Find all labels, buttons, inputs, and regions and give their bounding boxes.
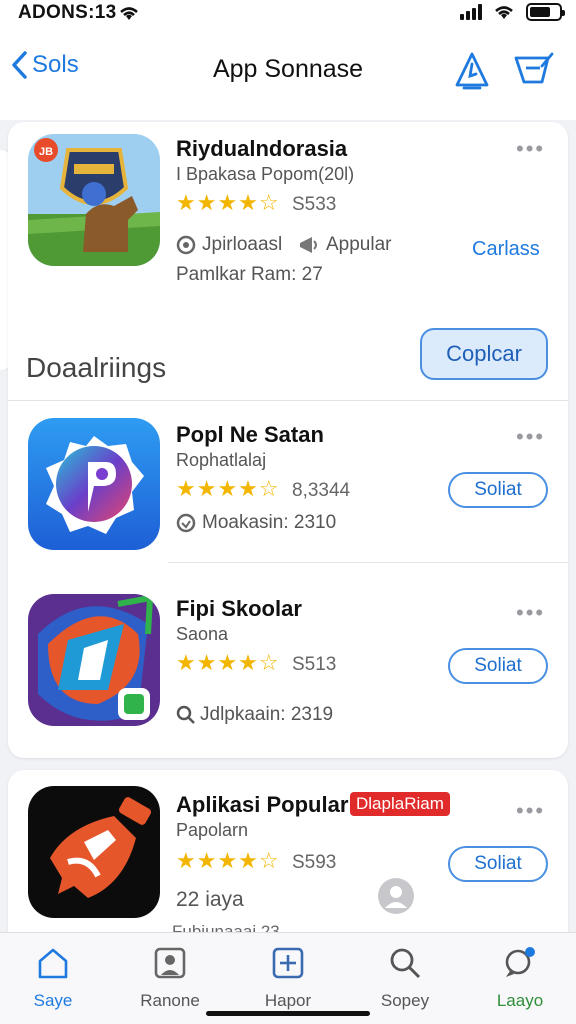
- row-divider: [168, 562, 568, 563]
- gear-icon: [176, 235, 196, 255]
- section-title: Doaalriings: [26, 352, 167, 383]
- rating-count-3: S593: [292, 852, 337, 873]
- tab-profile-label: Ranone: [140, 991, 200, 1010]
- rating-count-1: 8,3344: [292, 480, 351, 501]
- more-options-icon[interactable]: •••: [516, 600, 545, 626]
- featured-app-icon[interactable]: JB: [28, 134, 160, 266]
- app-subtitle-3: Papolarn: [176, 820, 249, 840]
- more-options-icon[interactable]: •••: [516, 424, 545, 450]
- featured-meta-left: Jpirloaasl: [176, 234, 282, 256]
- megaphone-icon: [300, 237, 317, 253]
- app-subtitle-2: Saona: [176, 624, 229, 644]
- featured-meta-left-text: Jpirloaasl: [202, 234, 283, 255]
- app-meta-3: 22 iaya: [176, 888, 244, 911]
- tab-search-label: Sopey: [380, 991, 430, 1010]
- app-name-2[interactable]: Fipi Skoolar: [176, 596, 302, 622]
- tab-home[interactable]: Saye: [3, 941, 103, 1011]
- app-icon-1[interactable]: [28, 418, 160, 550]
- avatar[interactable]: [378, 878, 414, 914]
- app-meta-2-text: Jdlpkaain: 2319: [200, 704, 334, 725]
- featured-footer: Pamlkar Ram: 27: [176, 264, 323, 285]
- more-options-icon[interactable]: •••: [516, 798, 545, 824]
- featured-star-rating: ★★★★☆: [176, 190, 280, 215]
- featured-meta-right-text: Appular: [326, 234, 392, 255]
- tab-search[interactable]: Sopey: [355, 941, 455, 1011]
- wifi-icon: [495, 6, 513, 19]
- alert-icon[interactable]: [450, 48, 494, 92]
- section-action-button[interactable]: Coplcar: [420, 328, 548, 380]
- tab-add[interactable]: Hapor: [238, 941, 338, 1011]
- status-badge: DlaplaRiam: [350, 792, 450, 816]
- featured-app-subtitle: I Bpakasa Popom(20l): [176, 164, 355, 184]
- search-icon: [176, 705, 195, 724]
- home-icon: [38, 948, 68, 979]
- status-time: ADONS:13: [18, 2, 117, 23]
- app-icon-2[interactable]: [28, 594, 160, 726]
- download-icon: [176, 513, 196, 533]
- section-divider: [8, 400, 568, 401]
- app-subtitle-1: Rophatlalaj: [176, 450, 267, 470]
- star-rating-1: ★★★★☆: [176, 476, 280, 501]
- star-rating-2: ★★★★☆: [176, 650, 280, 675]
- tab-profile[interactable]: Ranone: [120, 941, 220, 1011]
- get-button-1[interactable]: Soliat: [448, 472, 548, 508]
- app-icon-3[interactable]: [28, 786, 160, 918]
- rating-count-2: S513: [292, 654, 337, 675]
- featured-action-button[interactable]: Carlass: [472, 238, 540, 261]
- featured-app-name[interactable]: Riydualndorasia: [176, 136, 347, 162]
- flower-logo-icon: [28, 418, 160, 550]
- app-list-card-2: Aplikasi Popular DlaplaRiam Papolarn ★★★…: [8, 770, 568, 940]
- home-indicator: [206, 1011, 370, 1016]
- featured-rating-count: S533: [292, 194, 337, 215]
- profile-icon: [154, 947, 186, 979]
- chat-icon: [505, 947, 535, 977]
- app-name-1[interactable]: Popl Ne Satan: [176, 422, 324, 448]
- more-options-icon[interactable]: •••: [516, 136, 545, 162]
- tab-chat-label: Laayo: [496, 991, 544, 1010]
- featured-meta-right: Appular: [298, 234, 392, 256]
- cart-icon[interactable]: [512, 48, 556, 92]
- get-button-2[interactable]: Soliat: [448, 648, 548, 684]
- star-rating-3: ★★★★☆: [176, 848, 280, 873]
- tab-home-label: Saye: [33, 991, 73, 1010]
- svg-text:JB: JB: [39, 146, 53, 158]
- person-icon: [385, 886, 407, 908]
- wifi-icon: [120, 7, 138, 20]
- battery-icon: [526, 3, 565, 21]
- shapes-logo-icon: [28, 594, 160, 726]
- app-meta-2: Jdlpkaain: 2319: [176, 704, 333, 726]
- app-meta-1-text: Moakasin: 2310: [202, 512, 337, 533]
- status-bar: ADONS:13: [0, 0, 576, 28]
- app-meta-1: Moakasin: 2310: [176, 512, 336, 534]
- search-icon: [390, 948, 421, 979]
- tiger-logo-icon: JB: [28, 134, 160, 266]
- app-name-3[interactable]: Aplikasi Popular: [176, 792, 348, 818]
- plus-square-icon: [272, 947, 304, 979]
- app-list-card: JB Riydualndorasia I Bpakasa Popom(20l) …: [8, 122, 568, 758]
- navigation-bar: Sols App Sonnase: [0, 28, 576, 120]
- signal-icon: [460, 4, 482, 20]
- get-button-3[interactable]: Soliat: [448, 846, 548, 882]
- rocket-logo-icon: [28, 786, 160, 918]
- tab-add-label: Hapor: [264, 991, 312, 1010]
- tab-chat[interactable]: Laayo: [470, 941, 570, 1011]
